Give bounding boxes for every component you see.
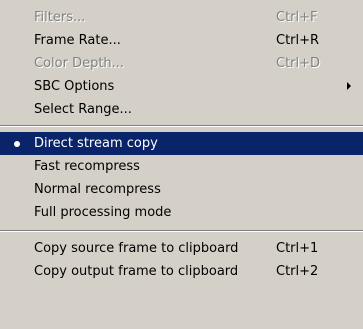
menu-item-label: Frame Rate...	[34, 33, 121, 48]
chevron-right-icon	[347, 82, 351, 90]
menu-item-label: Copy output frame to clipboard	[34, 264, 239, 279]
menu-item-label: Copy source frame to clipboard	[34, 241, 239, 256]
menu-item-frame-rate[interactable]: Frame Rate... Ctrl+R	[0, 29, 363, 52]
menu-item-fast-recompress[interactable]: Fast recompress	[0, 155, 363, 178]
menu-item-sbc-options[interactable]: SBC Options	[0, 75, 363, 98]
video-context-menu: Filters... Ctrl+F Frame Rate... Ctrl+R C…	[0, 0, 363, 329]
menu-item-label: Filters...	[34, 10, 86, 25]
menu-separator	[0, 121, 363, 132]
menu-item-normal-recompress[interactable]: Normal recompress	[0, 178, 363, 201]
menu-item-label: Direct stream copy	[34, 136, 158, 151]
menu-item-shortcut: Ctrl+F	[276, 10, 318, 25]
menu-item-copy-output-frame[interactable]: Copy output frame to clipboard Ctrl+2	[0, 260, 363, 283]
menu-item-shortcut: Ctrl+1	[276, 241, 319, 256]
menu-item-shortcut: Ctrl+R	[276, 33, 320, 48]
menu-item-label: Full processing mode	[34, 205, 172, 220]
menu-item-filters: Filters... Ctrl+F	[0, 6, 363, 29]
menu-item-label: Select Range...	[34, 102, 132, 117]
menu-item-copy-source-frame[interactable]: Copy source frame to clipboard Ctrl+1	[0, 237, 363, 260]
menu-item-shortcut: Ctrl+D	[276, 56, 321, 71]
menu-item-shortcut: Ctrl+2	[276, 264, 319, 279]
menu-item-select-range[interactable]: Select Range...	[0, 98, 363, 121]
menu-item-label: Fast recompress	[34, 159, 140, 174]
menu-item-label: Color Depth...	[34, 56, 125, 71]
menu-item-full-processing-mode[interactable]: Full processing mode	[0, 201, 363, 224]
bullet-icon	[14, 141, 20, 147]
menu-separator	[0, 224, 363, 237]
menu-item-label: Normal recompress	[34, 182, 161, 197]
menu-item-color-depth: Color Depth... Ctrl+D	[0, 52, 363, 75]
menu-item-direct-stream-copy[interactable]: Direct stream copy	[0, 132, 363, 155]
menu-item-label: SBC Options	[34, 79, 115, 94]
